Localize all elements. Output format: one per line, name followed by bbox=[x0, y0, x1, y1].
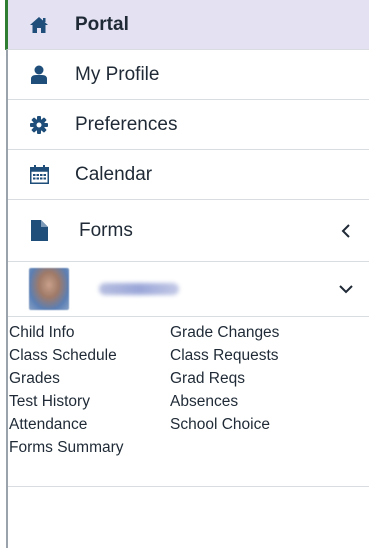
sidebar-item-calendar[interactable]: Calendar bbox=[8, 150, 369, 200]
sidebar-item-label: Preferences bbox=[75, 113, 178, 135]
gear-icon bbox=[29, 115, 49, 135]
sidebar-item-my-profile[interactable]: My Profile bbox=[8, 50, 369, 100]
link-class-requests[interactable]: Class Requests bbox=[170, 346, 330, 366]
sidebar-item-preferences[interactable]: Preferences bbox=[8, 100, 369, 150]
student-selector[interactable] bbox=[8, 262, 369, 317]
sidebar-nav: Portal My Profile Preferences Calendar F… bbox=[5, 0, 369, 487]
link-forms-summary[interactable]: Forms Summary bbox=[9, 438, 170, 458]
file-icon bbox=[29, 220, 49, 241]
student-name-redacted bbox=[99, 283, 179, 295]
sidebar-item-forms[interactable]: Forms bbox=[8, 200, 369, 262]
link-school-choice[interactable]: School Choice bbox=[170, 415, 330, 435]
sidebar-item-label: Forms bbox=[79, 219, 133, 241]
chevron-down-icon[interactable] bbox=[339, 282, 353, 296]
link-empty bbox=[170, 438, 330, 458]
sidebar-item-portal[interactable]: Portal bbox=[5, 0, 369, 50]
sidebar-item-label: Portal bbox=[75, 13, 129, 35]
avatar bbox=[29, 268, 69, 310]
sidebar-item-label: My Profile bbox=[75, 63, 160, 85]
student-links-panel: Child Info Grade Changes Class Schedule … bbox=[8, 317, 369, 487]
link-child-info[interactable]: Child Info bbox=[9, 323, 170, 343]
link-attendance[interactable]: Attendance bbox=[9, 415, 170, 435]
link-absences[interactable]: Absences bbox=[170, 392, 330, 412]
link-class-schedule[interactable]: Class Schedule bbox=[9, 346, 170, 366]
user-icon bbox=[29, 65, 49, 85]
home-icon bbox=[29, 15, 49, 35]
link-grade-changes[interactable]: Grade Changes bbox=[170, 323, 330, 343]
chevron-left-icon[interactable] bbox=[339, 223, 353, 238]
sidebar-item-label: Calendar bbox=[75, 163, 153, 185]
link-grades[interactable]: Grades bbox=[9, 369, 170, 389]
link-grad-reqs[interactable]: Grad Reqs bbox=[170, 369, 330, 389]
student-links-grid: Child Info Grade Changes Class Schedule … bbox=[9, 317, 369, 458]
calendar-icon bbox=[29, 165, 49, 185]
link-test-history[interactable]: Test History bbox=[9, 392, 170, 412]
